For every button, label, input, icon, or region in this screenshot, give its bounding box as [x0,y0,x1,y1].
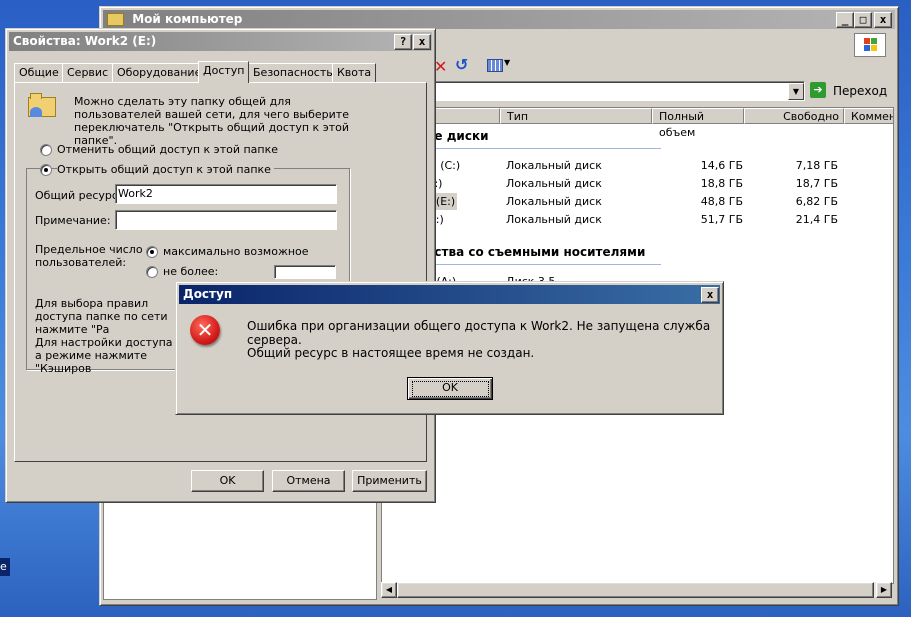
error-message: Ошибка при организации общего доступа к … [247,319,711,347]
radio-unshare[interactable] [40,144,52,156]
cancel-button[interactable]: Отмена [272,470,345,492]
properties-title: Свойства: Work2 (E:) [13,34,157,48]
drive-free: 18,7 ГБ [795,177,838,190]
tab-sharing[interactable]: Доступ [198,61,250,83]
delete-icon[interactable]: ✕ [434,57,447,76]
radio-max-users[interactable] [146,246,158,258]
comment-label: Примечание: [35,214,111,227]
horizontal-scrollbar[interactable]: ◀ ▶ [381,582,892,598]
group-divider [426,264,661,265]
error-icon: ✕ [190,315,220,345]
share-name-input[interactable]: Work2 [115,184,337,204]
scroll-right-button[interactable]: ▶ [876,582,892,598]
share-name-label: Общий ресурс: [35,189,122,202]
properties-titlebar[interactable]: Свойства: Work2 (E:) [9,32,432,51]
minimize-button[interactable]: _ [836,12,854,28]
radio-no-more[interactable] [146,266,158,278]
group-header-removable: йства со съемными носителями [426,245,646,259]
user-count-stepper[interactable] [274,265,336,279]
error-dialog: Доступ x ✕ Ошибка при организации общего… [175,281,724,415]
windows-logo-icon [854,33,886,57]
table-row[interactable]: D:) Локальный диск 18,8 ГБ 18,7 ГБ [382,175,893,192]
comment-input[interactable] [115,210,337,230]
tab-tools[interactable]: Сервис [62,63,114,82]
close-button[interactable]: x [874,12,892,28]
scroll-left-button[interactable]: ◀ [381,582,397,598]
table-row[interactable]: ! (E:) Локальный диск 48,8 ГБ 6,82 ГБ [382,193,893,210]
tab-general[interactable]: Общие [14,63,64,82]
permissions-text: Для выбора правил доступа папке по сети … [35,297,168,336]
table-row[interactable]: (F:) Локальный диск 51,7 ГБ 21,4 ГБ [382,211,893,228]
radio-max-users-label[interactable]: максимально возможное [163,245,309,258]
close-button[interactable]: x [701,287,719,303]
drive-type: Локальный диск [506,195,602,208]
drive-type: Локальный диск [506,213,602,226]
radio-share-label[interactable]: Открыть общий доступ к этой папке [57,163,274,176]
ok-button[interactable]: OK [191,470,264,492]
views-dropdown-icon[interactable]: ▼ [504,58,510,67]
drive-total: 51,7 ГБ [700,213,743,226]
maximize-button[interactable]: □ [854,12,872,28]
drive-free: 7,18 ГБ [795,159,838,172]
tab-strip: Общие Сервис Оборудование Доступ Безопас… [14,61,429,83]
tab-quota[interactable]: Квота [332,63,377,82]
radio-unshare-label[interactable]: Отменить общий доступ к этой папке [57,143,278,156]
radio-no-more-label[interactable]: не более: [163,265,218,278]
close-button[interactable]: x [413,34,431,50]
column-header-comment[interactable]: Коммен [844,108,893,124]
column-header-total[interactable]: Полный объем [652,108,744,139]
sharing-intro: Можно сделать эту папку общей для пользо… [74,95,350,147]
goto-button-label[interactable]: Переход [833,84,887,98]
table-row[interactable]: m (C:) Локальный диск 14,6 ГБ 7,18 ГБ [382,157,893,174]
scroll-thumb[interactable] [397,582,874,598]
desktop-icon-label[interactable]: е [0,558,10,576]
mycomputer-title: Мой компьютер [132,12,243,26]
column-header-free[interactable]: Свободно [744,108,844,124]
error-dialog-titlebar[interactable]: Доступ [179,285,720,304]
properties-window: Свойства: Work2 (E:) ? x Общие Сервис Об… [5,28,436,503]
user-limit-label: Предельное число пользователей: [35,243,143,269]
address-dropdown-button[interactable]: ▼ [788,83,804,100]
column-header-type[interactable]: Тип [500,108,652,124]
tab-hardware[interactable]: Оборудование [112,63,207,82]
address-field[interactable] [431,81,805,101]
tab-security[interactable]: Безопасность [248,63,338,82]
go-arrow-icon[interactable]: ➔ [810,82,826,98]
drive-type: Локальный диск [506,159,602,172]
error-message-secondary: Общий ресурс в настоящее время не создан… [247,346,535,360]
caching-text: Для настройки доступа в а режиме нажмите… [35,336,183,375]
drive-total: 18,8 ГБ [700,177,743,190]
error-ok-button[interactable]: OK [407,377,493,400]
help-button[interactable]: ? [394,34,412,50]
undo-icon[interactable]: ↺ [455,55,468,74]
mycomputer-titlebar[interactable]: Мой компьютер [103,10,895,29]
radio-share[interactable] [40,164,52,176]
apply-button[interactable]: Применить [352,470,427,492]
shared-folder-icon [28,93,58,117]
error-dialog-title: Доступ [183,287,233,301]
drive-total: 14,6 ГБ [700,159,743,172]
drive-free: 21,4 ГБ [795,213,838,226]
drive-free: 6,82 ГБ [795,195,838,208]
drive-type: Локальный диск [506,177,602,190]
drive-total: 48,8 ГБ [700,195,743,208]
group-divider [426,148,661,149]
folder-icon [107,13,124,26]
views-icon[interactable] [487,59,503,72]
